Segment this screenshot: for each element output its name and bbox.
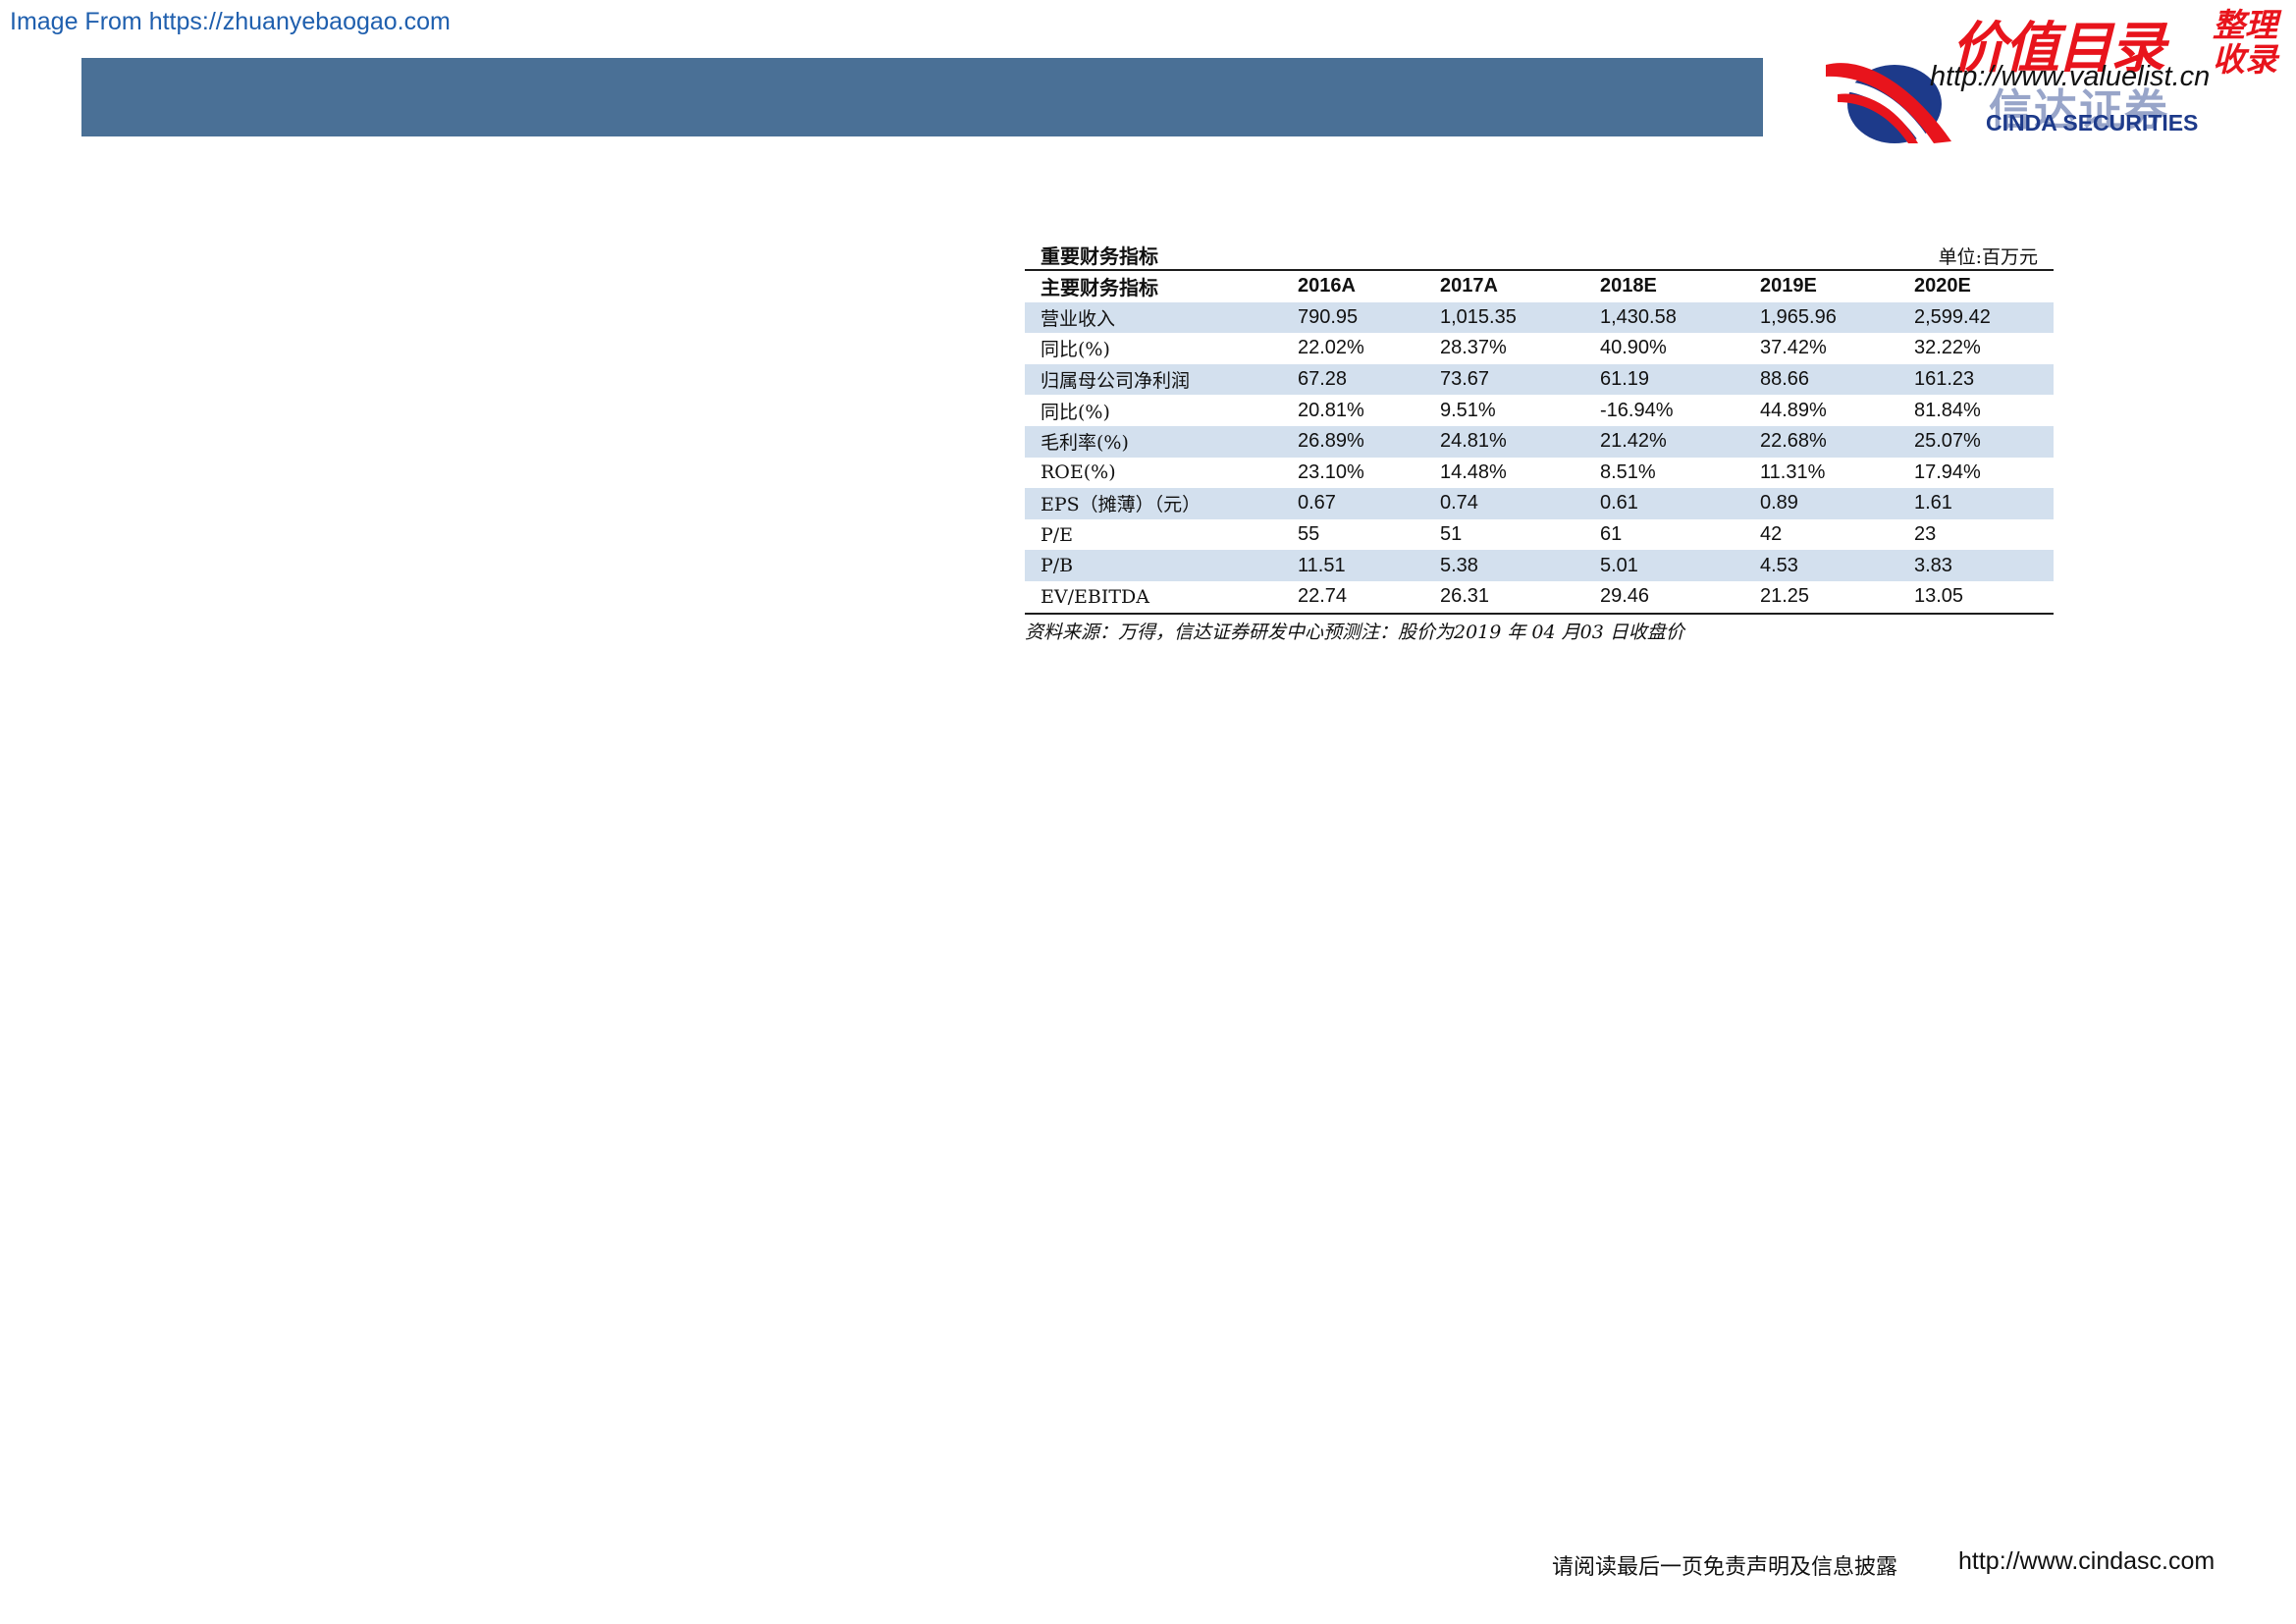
logo-company-en: CINDA SECURITIES bbox=[1986, 110, 2199, 135]
source-link[interactable]: Image From https://zhuanyebaogao.com bbox=[10, 8, 451, 36]
table-cell: 23.10% bbox=[1298, 460, 1364, 483]
table-cell: 61.19 bbox=[1600, 368, 1650, 391]
header-cell: 2019E bbox=[1760, 275, 1817, 298]
table-cell: -16.94% bbox=[1600, 399, 1674, 421]
table-cell: 32.22% bbox=[1914, 337, 1981, 359]
table-row: 同比(%) 20.81% 9.51% -16.94% 44.89% 81.84% bbox=[1025, 395, 2054, 426]
table-row: 毛利率(%) 26.89% 24.81% 21.42% 22.68% 25.07… bbox=[1025, 425, 2054, 458]
table-cell: 0.89 bbox=[1760, 492, 1798, 514]
footer-url-link[interactable]: http://www.cindasc.com bbox=[1958, 1547, 2215, 1576]
table-unit: 单位:百万元 bbox=[1938, 246, 2038, 268]
row-label: 毛利率(%) bbox=[1041, 432, 1129, 455]
table-cell: 13.05 bbox=[1914, 580, 2054, 615]
header-cell: 2017A bbox=[1440, 275, 1498, 298]
table-cell: 0.61 bbox=[1600, 492, 1638, 514]
table-cell: 26.31 bbox=[1440, 580, 1600, 615]
table-cell: 23 bbox=[1914, 523, 1937, 546]
row-label: ROE(%) bbox=[1041, 461, 1116, 484]
table-cell: 1,965.96 bbox=[1760, 305, 1837, 328]
table-cell: 0.74 bbox=[1440, 492, 1478, 514]
table-cell: 161.23 bbox=[1914, 368, 1975, 391]
row-label: 营业收入 bbox=[1041, 307, 1116, 330]
footer-disclaimer: 请阅读最后一页免责声明及信息披露 bbox=[1552, 1555, 1898, 1580]
table-header-row: 主要财务指标 2016A 2017A 2018E 2019E 2020E bbox=[1025, 271, 2054, 302]
table-cell: 790.95 bbox=[1298, 305, 1359, 328]
table-cell: 42 bbox=[1760, 523, 1783, 546]
table-cell: 29.46 bbox=[1600, 580, 1760, 615]
header-cell: 主要财务指标 bbox=[1041, 276, 1158, 300]
table-cell: 5.38 bbox=[1440, 554, 1478, 576]
table-cell: 88.66 bbox=[1760, 368, 1810, 391]
table-cell: 22.02% bbox=[1298, 337, 1364, 359]
table-cell: 4.53 bbox=[1760, 554, 1798, 576]
table-row: EV/EBITDA 22.74 26.31 29.46 21.25 13.05 bbox=[1025, 580, 2054, 615]
table-cell: 11.31% bbox=[1760, 460, 1826, 483]
table-row: 营业收入 790.95 1,015.35 1,430.58 1,965.96 2… bbox=[1025, 301, 2054, 334]
table-cell: 22.74 bbox=[1298, 580, 1440, 615]
table-cell: 20.81% bbox=[1298, 399, 1364, 421]
table-cell: 1,015.35 bbox=[1440, 305, 1517, 328]
table-cell: 73.67 bbox=[1440, 368, 1490, 391]
table-source-note: 资料来源：万得，信达证券研发中心预测注：股价为2019 年 04 月03 日收盘… bbox=[1025, 621, 1684, 643]
watermark-url: http://www.valuelist.cn bbox=[1930, 61, 2211, 92]
table-cell: 51 bbox=[1440, 523, 1463, 546]
row-label: P/E bbox=[1041, 523, 1074, 546]
row-label: EV/EBITDA bbox=[1025, 580, 1298, 615]
table-cell: 8.51% bbox=[1600, 460, 1656, 483]
table-cell: 44.89% bbox=[1760, 399, 1827, 421]
table-cell: 21.25 bbox=[1760, 580, 1914, 615]
table-cell: 11.51 bbox=[1298, 554, 1346, 576]
row-label: 归属母公司净利润 bbox=[1041, 370, 1191, 393]
table-row: P/E 55 51 61 42 23 bbox=[1025, 519, 2054, 551]
table-cell: 0.67 bbox=[1298, 492, 1336, 514]
row-label: EPS（摊薄）（元） bbox=[1041, 494, 1201, 516]
financial-indicators-table-block: 重要财务指标 单位:百万元 主要财务指标 2016A 2017A 2018E 2… bbox=[1025, 240, 2054, 644]
table-cell: 22.68% bbox=[1760, 430, 1827, 453]
table-cell: 25.07% bbox=[1914, 430, 1981, 453]
table-cell: 40.90% bbox=[1600, 337, 1667, 359]
table-cell: 28.37% bbox=[1440, 337, 1507, 359]
row-label: 同比(%) bbox=[1041, 401, 1110, 423]
table-row: ROE(%) 23.10% 14.48% 8.51% 11.31% 17.94% bbox=[1025, 458, 2054, 489]
header-cell: 2016A bbox=[1298, 275, 1356, 298]
table-cell: 26.89% bbox=[1298, 430, 1364, 453]
table-row: P/B 11.51 5.38 5.01 4.53 3.83 bbox=[1025, 550, 2054, 581]
table-cell: 61 bbox=[1600, 523, 1623, 546]
table-cell: 14.48% bbox=[1440, 460, 1507, 483]
header-bar bbox=[81, 58, 1763, 136]
table-cell: 1.61 bbox=[1914, 492, 1952, 514]
header-cell: 2018E bbox=[1600, 275, 1657, 298]
table-cell: 2,599.42 bbox=[1914, 305, 1991, 328]
row-label: P/B bbox=[1041, 555, 1074, 577]
table-cell: 24.81% bbox=[1440, 430, 1507, 453]
watermark-side: 整理收录 bbox=[2213, 6, 2277, 79]
table-cell: 17.94% bbox=[1914, 460, 1981, 483]
table-cell: 21.42% bbox=[1600, 430, 1667, 453]
table-row: 同比(%) 22.02% 28.37% 40.90% 37.42% 32.22% bbox=[1025, 333, 2054, 364]
financial-indicators-table: 主要财务指标 2016A 2017A 2018E 2019E 2020E 营业收… bbox=[1025, 271, 2054, 615]
table-cell: 1,430.58 bbox=[1600, 305, 1677, 328]
table-cell: 81.84% bbox=[1914, 399, 1981, 421]
table-row: 归属母公司净利润 67.28 73.67 61.19 88.66 161.23 bbox=[1025, 363, 2054, 396]
company-logo: 信达证券 CINDA SECURITIES 价值目录 整理收录 http://w… bbox=[1824, 4, 2291, 143]
table-row: EPS（摊薄）（元） 0.67 0.74 0.61 0.89 1.61 bbox=[1025, 488, 2054, 519]
table-caption: 重要财务指标 单位:百万元 bbox=[1025, 240, 2054, 271]
table-cell: 67.28 bbox=[1298, 368, 1348, 391]
table-cell: 5.01 bbox=[1600, 554, 1638, 576]
row-label: 同比(%) bbox=[1041, 339, 1110, 361]
table-cell: 37.42% bbox=[1760, 337, 1827, 359]
table-title: 重要财务指标 bbox=[1041, 244, 1158, 268]
table-cell: 9.51% bbox=[1440, 399, 1496, 421]
header-cell: 2020E bbox=[1914, 275, 1971, 298]
table-cell: 55 bbox=[1298, 523, 1320, 546]
table-cell: 3.83 bbox=[1914, 554, 1952, 576]
